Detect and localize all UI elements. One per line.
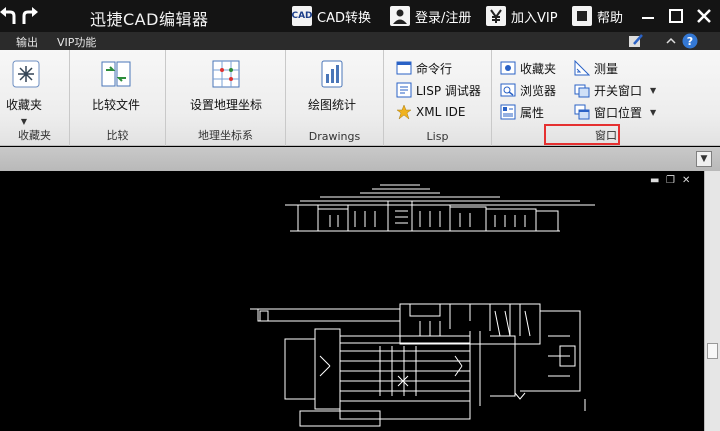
xml-ide-button[interactable]: XML IDE xyxy=(396,102,465,122)
command-line-button[interactable]: 命令行 xyxy=(396,58,452,78)
expand-chevron-icon[interactable]: ▼ xyxy=(696,151,712,167)
vertical-scrollbar[interactable] xyxy=(704,171,720,431)
title-bar: 迅捷CAD编辑器 CAD CAD转换 登录/注册 加入VIP 帮助 xyxy=(0,0,720,32)
browser-icon xyxy=(500,83,516,97)
group-geo: 设置地理坐标 地理坐标系 xyxy=(166,50,286,146)
lisp-debugger-button[interactable]: LISP 调试器 xyxy=(396,80,481,100)
window-group-highlight xyxy=(544,124,620,145)
window-position-button[interactable]: 窗口位置 ▼ xyxy=(574,102,656,122)
group-label: 收藏夹 xyxy=(18,129,51,142)
drawing-stats-label: 绘图统计 xyxy=(308,98,357,112)
window-position-label: 窗口位置 xyxy=(594,105,643,120)
favorites-window-label: 收藏夹 xyxy=(520,61,557,76)
group-lisp: 命令行 LISP 调试器 XML IDE Lisp xyxy=(384,50,492,146)
properties-button[interactable]: 属性 xyxy=(500,102,544,122)
help-label: 帮助 xyxy=(597,10,624,26)
maximize-icon[interactable] xyxy=(664,4,688,28)
set-geo-label: 设置地理坐标 xyxy=(190,98,263,112)
favorites-window-button[interactable]: 收藏夹 xyxy=(500,58,556,78)
group-label: Lisp xyxy=(426,130,449,143)
user-icon xyxy=(390,6,410,26)
tab-vip[interactable]: VIP功能 xyxy=(57,34,96,50)
ribbon-strip: ▼ xyxy=(0,147,720,171)
cad-drawing xyxy=(250,184,595,427)
undo-icon[interactable] xyxy=(0,4,18,28)
group-label: 比较 xyxy=(106,129,129,142)
svg-text:?: ? xyxy=(687,35,693,48)
scroll-thumb[interactable] xyxy=(707,343,718,359)
compare-files-label: 比较文件 xyxy=(92,98,141,112)
help-button[interactable]: 帮助 xyxy=(572,5,623,27)
group-favorites: 收藏夹 ▼ 收藏夹 xyxy=(0,50,70,146)
browser-button[interactable]: 浏览器 xyxy=(500,80,556,100)
login-label: 登录/注册 xyxy=(415,10,472,26)
app-title: 迅捷CAD编辑器 xyxy=(90,10,209,29)
dropdown-caret-icon: ▼ xyxy=(20,117,28,126)
minimize-icon[interactable] xyxy=(636,4,660,28)
edit-icon[interactable] xyxy=(628,33,644,49)
group-drawings: 绘图统计 Drawings xyxy=(286,50,384,146)
cad-convert-button[interactable]: CAD CAD转换 xyxy=(291,5,371,27)
cad-convert-icon: CAD xyxy=(291,6,313,26)
tab-output[interactable]: 输出 xyxy=(16,34,38,50)
vip-button[interactable]: 加入VIP xyxy=(486,5,558,27)
toggle-windows-label: 开关窗口 xyxy=(594,83,643,98)
toggle-windows-button[interactable]: 开关窗口 ▼ xyxy=(574,80,656,100)
geo-grid-icon xyxy=(212,60,240,88)
drawing-stats-button[interactable]: 绘图统计 xyxy=(308,58,356,113)
cad-convert-label: CAD转换 xyxy=(317,10,371,26)
xml-ide-icon xyxy=(396,104,412,120)
favorites-label: 收藏夹 xyxy=(6,98,43,112)
group-label: Drawings xyxy=(308,130,361,143)
set-geo-button[interactable]: 设置地理坐标 xyxy=(190,58,262,113)
measure-label: 测量 xyxy=(594,61,619,76)
lisp-debugger-label: LISP 调试器 xyxy=(416,83,481,98)
favorites-big-button[interactable]: 收藏夹 ▼ xyxy=(6,58,42,126)
help-icon xyxy=(572,6,592,26)
favorites-icon xyxy=(12,60,40,88)
group-compare: 比较文件 比较 xyxy=(70,50,166,146)
redo-icon[interactable] xyxy=(20,4,40,28)
properties-icon xyxy=(500,104,516,120)
close-icon[interactable] xyxy=(692,4,716,28)
browser-label: 浏览器 xyxy=(520,83,557,98)
yen-icon xyxy=(486,6,506,26)
compare-files-button[interactable]: 比较文件 xyxy=(92,58,140,113)
command-line-icon xyxy=(396,61,412,75)
xml-ide-label: XML IDE xyxy=(416,105,466,119)
menu-tab-row: 输出 VIP功能 ? xyxy=(0,32,720,50)
properties-label: 属性 xyxy=(520,105,545,120)
compare-files-icon xyxy=(101,61,131,87)
measure-button[interactable]: 测量 xyxy=(574,58,618,78)
toggle-windows-icon xyxy=(574,84,590,98)
login-button[interactable]: 登录/注册 xyxy=(390,5,471,27)
help-question-icon[interactable]: ? xyxy=(682,33,698,49)
window-position-icon xyxy=(574,104,590,120)
lisp-debugger-icon xyxy=(396,82,412,98)
favorites-window-icon xyxy=(500,61,516,75)
group-label: 地理坐标系 xyxy=(198,129,253,142)
collapse-ribbon-icon[interactable] xyxy=(664,33,678,49)
drawing-stats-icon xyxy=(321,60,343,88)
measure-icon xyxy=(574,60,590,76)
command-line-label: 命令行 xyxy=(416,61,453,76)
dropdown-caret-icon: ▼ xyxy=(650,107,657,117)
vip-label: 加入VIP xyxy=(511,10,558,26)
dropdown-caret-icon: ▼ xyxy=(650,85,657,95)
drawing-canvas[interactable]: ▬ ❐ ✕ xyxy=(0,171,720,431)
